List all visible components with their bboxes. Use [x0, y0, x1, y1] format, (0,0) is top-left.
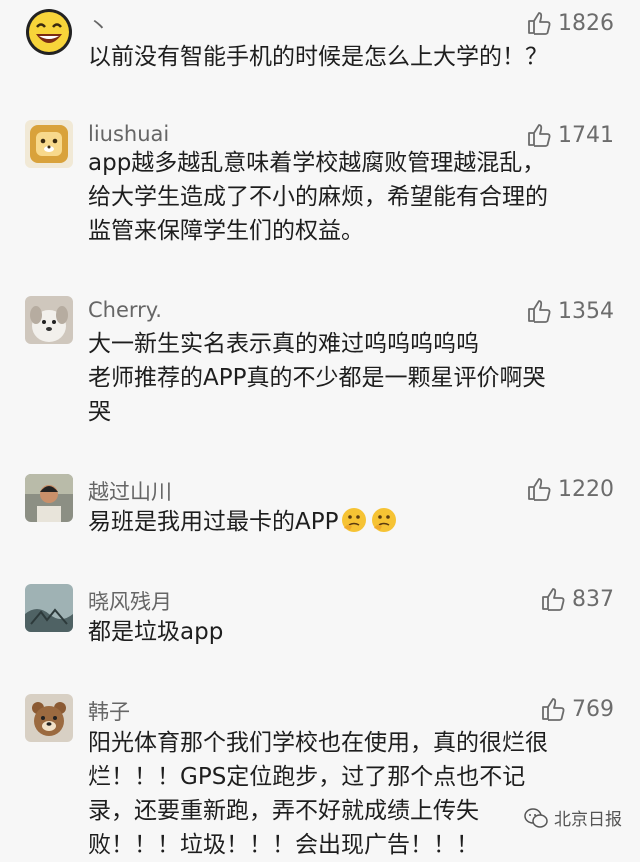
thumbs-up-icon	[528, 124, 551, 147]
username[interactable]: 越过山川	[88, 476, 172, 506]
thinking-face-icon	[342, 508, 367, 532]
lion-avatar-icon	[25, 120, 73, 168]
thumbs-up-icon	[528, 300, 551, 323]
like-count: 1826	[558, 10, 614, 36]
avatar[interactable]	[25, 474, 73, 522]
comment-text: 以前没有智能手机的时候是怎么上大学的！？	[88, 40, 618, 74]
thumbs-up-icon	[528, 478, 551, 501]
avatar[interactable]	[25, 296, 73, 344]
comment-line: 烂！！！GPS定位跑步，过了那个点也不记	[88, 764, 526, 790]
like-button[interactable]: 1741	[526, 121, 614, 149]
username[interactable]: Cherry.	[88, 298, 162, 322]
username[interactable]: 丶	[88, 10, 109, 40]
comment-line: 以前没有智能手机的时候是怎么上大学的！？	[88, 44, 548, 70]
person-photo-avatar-icon	[25, 474, 73, 522]
watermark-text: 北京日报	[554, 810, 622, 830]
like-button[interactable]: 837	[540, 585, 614, 613]
comment-line: 大一新生实名表示真的难过呜呜呜呜呜	[88, 331, 479, 357]
username[interactable]: 韩子	[88, 696, 130, 726]
like-count: 1220	[558, 476, 614, 502]
comment-text: 易班是我用过最卡的APP	[88, 505, 618, 539]
comment-line: 阳光体育那个我们学校也在使用，真的很烂很	[88, 730, 548, 756]
like-count: 769	[572, 696, 614, 722]
thumbs-up-icon	[542, 698, 565, 721]
comment-text: 阳光体育那个我们学校也在使用，真的很烂很 烂！！！GPS定位跑步，过了那个点也不…	[88, 726, 618, 862]
like-button[interactable]: 1826	[526, 9, 614, 37]
wechat-logo-icon	[524, 807, 548, 828]
comment-text: app越多越乱意味着学校越腐败管理越混乱， 给大学生造成了不小的麻烦，希望能有合…	[88, 146, 618, 248]
comment-line: 给大学生造成了不小的麻烦，希望能有合理的	[88, 184, 548, 210]
like-count: 1741	[558, 122, 614, 148]
bear-photo-avatar-icon	[25, 694, 73, 742]
landscape-photo-avatar-icon	[25, 584, 73, 632]
like-button[interactable]: 1220	[526, 475, 614, 503]
watermark: 北京日报	[524, 805, 622, 830]
username[interactable]: 晓风残月	[88, 586, 172, 616]
avatar[interactable]	[25, 694, 73, 742]
thumbs-up-icon	[528, 12, 551, 35]
thumbs-up-icon	[542, 588, 565, 611]
avatar[interactable]	[25, 120, 73, 168]
laughing-face-avatar-icon	[26, 9, 72, 55]
comment-line: 哭	[88, 399, 111, 425]
like-button[interactable]: 1354	[526, 297, 614, 325]
avatar[interactable]	[25, 584, 73, 632]
like-button[interactable]: 769	[540, 695, 614, 723]
comment-line: 老师推荐的APP真的不少都是一颗星评价啊哭	[88, 365, 546, 391]
comment-text: 大一新生实名表示真的难过呜呜呜呜呜 老师推荐的APP真的不少都是一颗星评价啊哭 …	[88, 327, 618, 429]
comment-line: 监管来保障学生们的权益。	[88, 218, 364, 244]
thinking-face-icon	[372, 508, 397, 532]
comment-line: app越多越乱意味着学校越腐败管理越混乱，	[88, 150, 546, 176]
avatar[interactable]	[25, 8, 73, 56]
dog-photo-avatar-icon	[25, 296, 73, 344]
username[interactable]: liushuai	[88, 122, 169, 146]
comment-line: 易班是我用过最卡的APP	[88, 509, 339, 535]
comment-line: 都是垃圾app	[88, 619, 224, 645]
comment-line: 录，还要重新跑，弄不好就成绩上传失	[88, 798, 479, 824]
comment-text: 都是垃圾app	[88, 615, 618, 649]
comment-feed: 丶 1826 以前没有智能手机的时候是怎么上大学的！？ liushuai 174…	[0, 0, 640, 858]
like-count: 837	[572, 586, 614, 612]
comment-line: 败！！！垃圾！！！会出现广告！！！	[88, 832, 479, 858]
like-count: 1354	[558, 298, 614, 324]
